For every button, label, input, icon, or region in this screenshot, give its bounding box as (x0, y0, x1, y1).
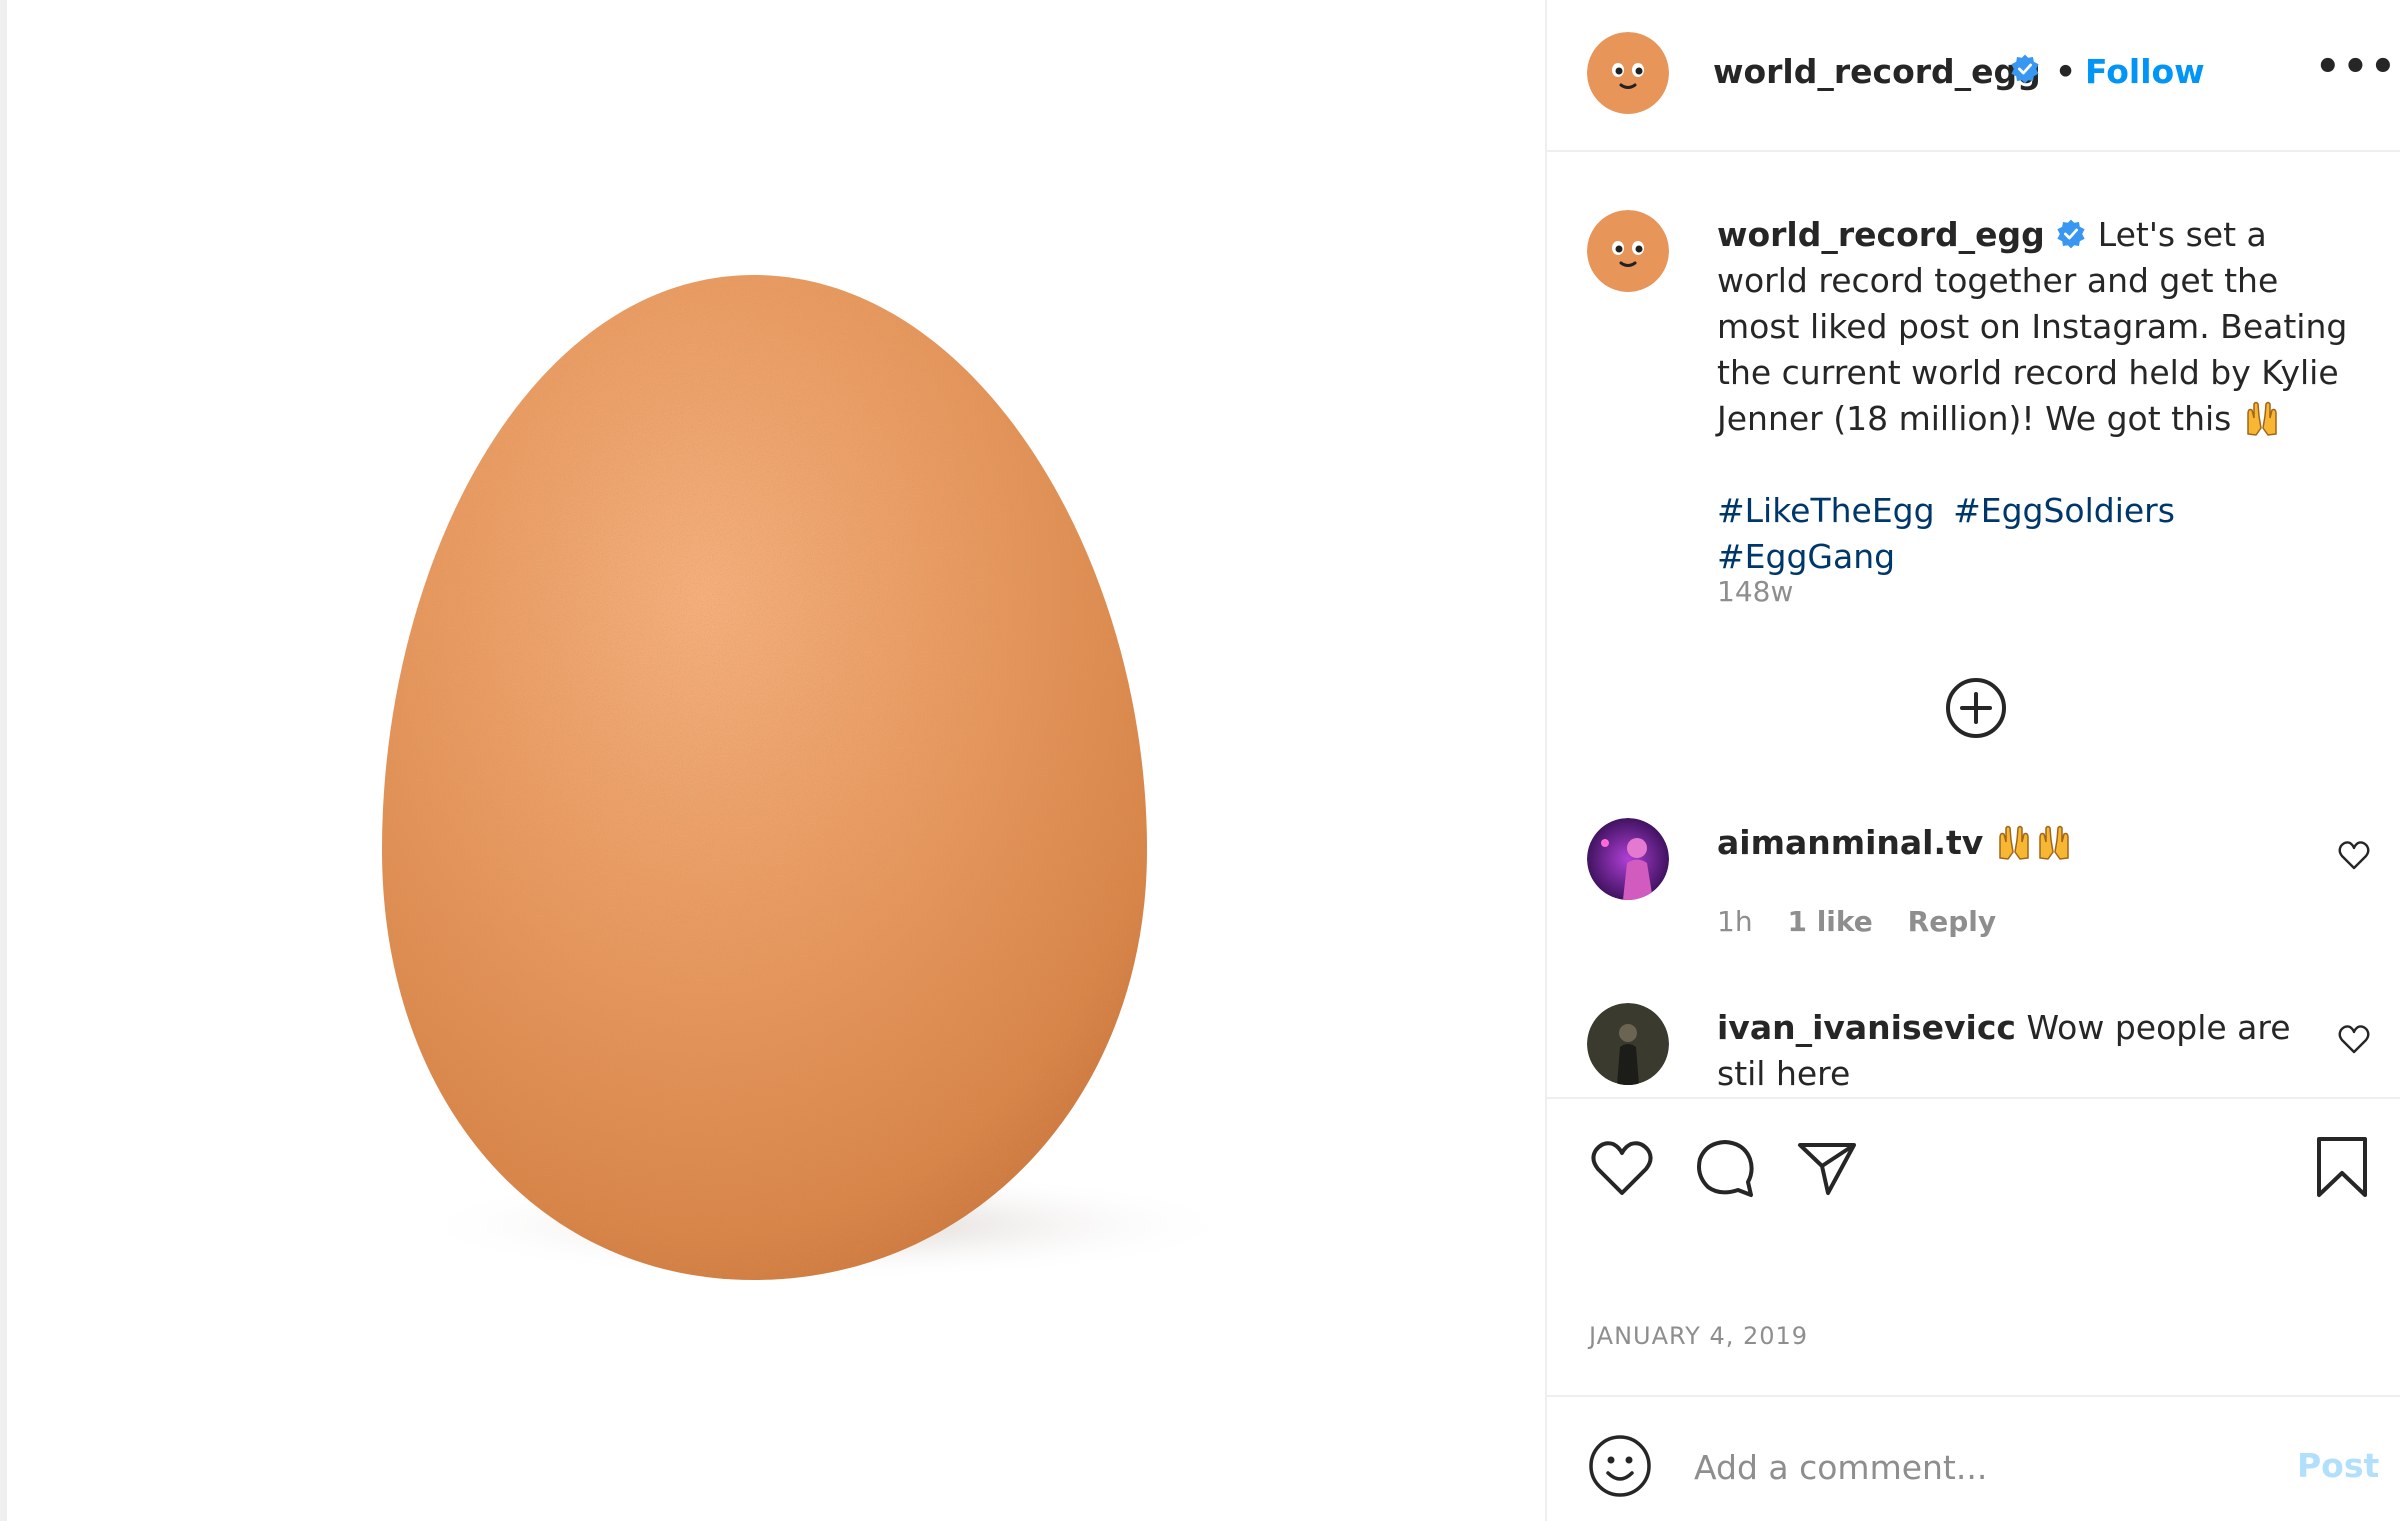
raised-hands-emoji (2247, 401, 2277, 436)
post-caption: world_record_egg Let's set a world recor… (1717, 212, 2357, 580)
post-side-panel: world_record_egg • Follow ••• world_reco… (1545, 0, 2400, 1521)
plus-circle-icon[interactable] (1945, 677, 2007, 739)
heart-icon[interactable] (1587, 1133, 1657, 1203)
hashtag-link[interactable]: #LikeTheEgg (1717, 491, 1935, 530)
author-username[interactable]: world_record_egg (1713, 52, 2041, 91)
commenter-avatar[interactable] (1587, 818, 1669, 900)
verified-badge-icon (2057, 219, 2085, 249)
avatar-photo (1587, 818, 1669, 900)
hashtag-link[interactable]: #EggSoldiers (1953, 491, 2175, 530)
raised-hands-emoji (1999, 825, 2029, 860)
smiley-icon[interactable] (1587, 1433, 1653, 1499)
composer-divider (1547, 1395, 2400, 1397)
avatar-photo (1587, 1003, 1669, 1085)
author-avatar[interactable] (1587, 32, 1669, 114)
commenter-avatar[interactable] (1587, 1003, 1669, 1085)
comment-body: ivan_ivanisevicc Wow people are stil her… (1717, 1005, 2307, 1095)
caption-avatar[interactable] (1587, 210, 1669, 292)
post-date[interactable]: JANUARY 4, 2019 (1589, 1322, 1808, 1350)
header-separator: • (2055, 52, 2077, 91)
egg-photo (382, 275, 1247, 1280)
caption-username[interactable]: world_record_egg (1717, 215, 2045, 254)
comment-body: aimanminal.tv (1717, 820, 2307, 866)
caption-hashtags: #LikeTheEgg #EggSoldiers #EggGang (1717, 488, 2357, 580)
reply-button[interactable]: Reply (1908, 905, 1996, 938)
paper-plane-icon[interactable] (1792, 1133, 1862, 1203)
egg-face-icon (1587, 210, 1669, 292)
post-media[interactable] (7, 0, 1545, 1521)
comment-username[interactable]: ivan_ivanisevicc (1717, 1008, 2016, 1047)
comment-username[interactable]: aimanminal.tv (1717, 823, 1983, 862)
heart-icon[interactable] (2337, 838, 2371, 872)
caption-age[interactable]: 148w (1717, 575, 1793, 608)
follow-button[interactable]: Follow (2085, 52, 2205, 91)
raised-hands-emoji (2039, 825, 2069, 860)
verified-badge-icon (2011, 54, 2039, 84)
heart-icon[interactable] (2337, 1022, 2371, 1056)
comment-row: ivan_ivanisevicc Wow people are stil her… (1547, 990, 2400, 1095)
post-header: world_record_egg • Follow ••• (1547, 0, 2400, 152)
comment-meta: 1h 1 like Reply (1717, 905, 2022, 938)
actions-divider (1547, 1097, 2400, 1099)
hashtag-link[interactable]: #EggGang (1717, 537, 1895, 576)
comment-bubble-icon[interactable] (1690, 1133, 1760, 1203)
comment-likes[interactable]: 1 like (1787, 905, 1872, 938)
comment-input[interactable] (1692, 1440, 2256, 1494)
left-border (0, 0, 7, 1521)
more-options-icon[interactable]: ••• (2315, 44, 2398, 90)
post-comment-button[interactable]: Post (2297, 1446, 2379, 1485)
egg-face-icon (1587, 32, 1669, 114)
bookmark-icon[interactable] (2307, 1133, 2377, 1203)
comment-age[interactable]: 1h (1717, 905, 1753, 938)
